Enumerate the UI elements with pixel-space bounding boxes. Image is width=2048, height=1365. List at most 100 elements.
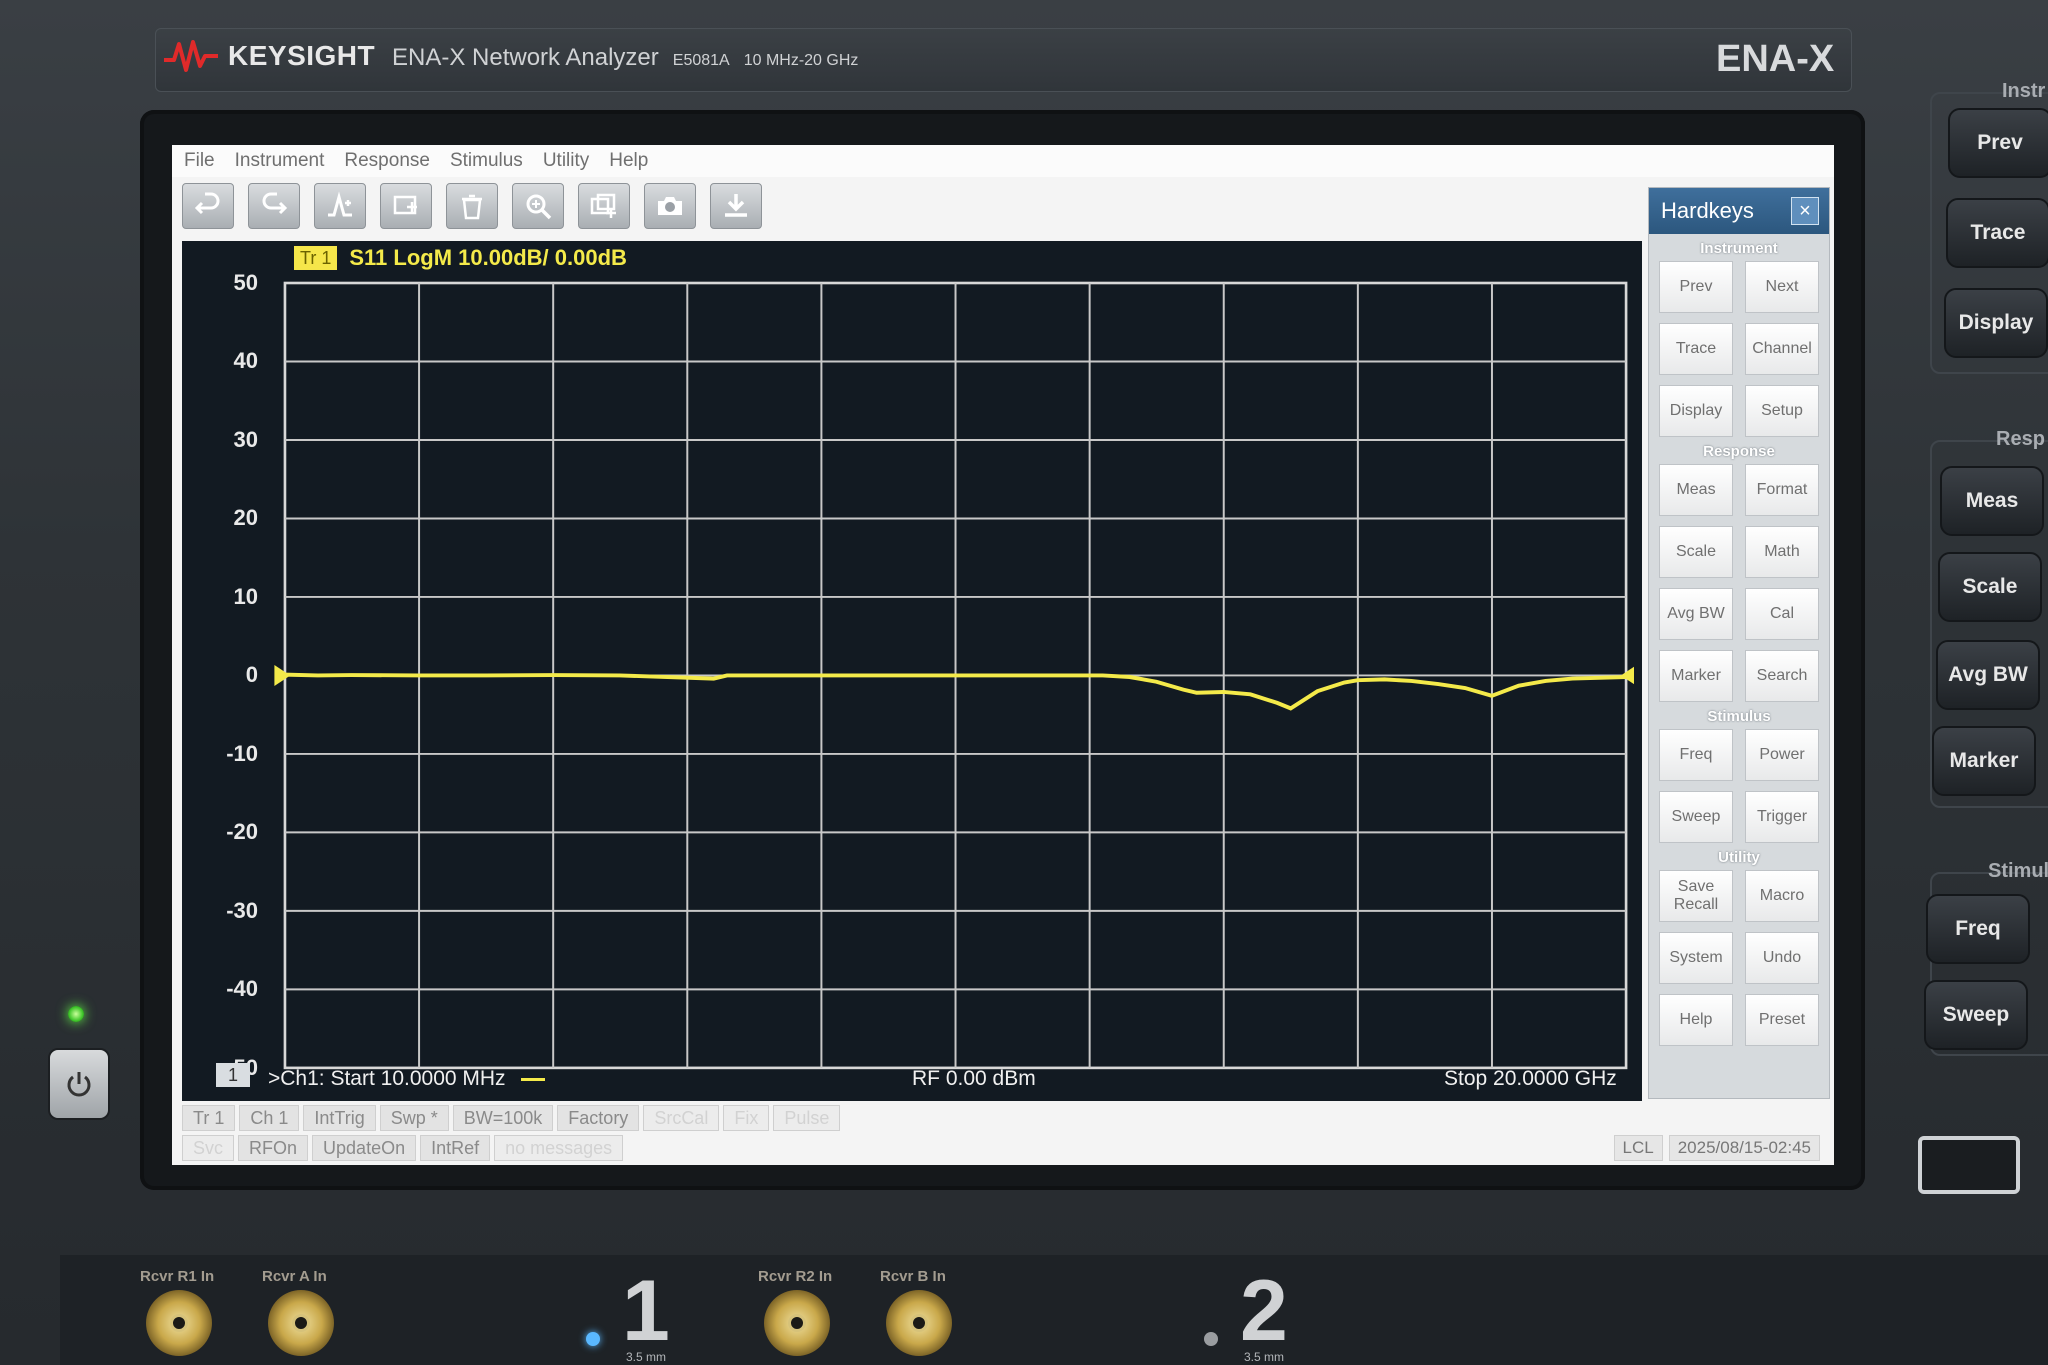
status-no-messages[interactable]: no messages (494, 1135, 624, 1161)
status-tr-1[interactable]: Tr 1 (182, 1105, 236, 1131)
keysight-logo-icon (164, 40, 218, 72)
front-key-prev[interactable]: Prev (1948, 108, 2048, 178)
status-rfon[interactable]: RFOn (238, 1135, 309, 1161)
download-button[interactable] (710, 183, 762, 229)
hardkeys-section-utility: Utility (1718, 849, 1760, 866)
hardkey-power-button[interactable]: Power (1745, 729, 1819, 781)
hardkey-trace-button[interactable]: Trace (1659, 323, 1733, 375)
status-updateon[interactable]: UpdateOn (312, 1135, 417, 1161)
front-key-meas[interactable]: Meas (1940, 466, 2044, 536)
front-key-freq[interactable]: Freq (1926, 894, 2030, 964)
menu-instrument[interactable]: Instrument (235, 150, 325, 172)
hardkey-avg-bw-button[interactable]: Avg BW (1659, 588, 1733, 640)
rf-power[interactable]: RF 0.00 dBm (912, 1067, 1036, 1091)
receiver-connector[interactable] (146, 1290, 212, 1356)
front-key-sweep[interactable]: Sweep (1924, 980, 2028, 1050)
zoom-icon (526, 194, 552, 220)
hardkey-meas-button[interactable]: Meas (1659, 464, 1733, 516)
status-inttrig[interactable]: IntTrig (303, 1105, 376, 1131)
hardkey-search-button[interactable]: Search (1745, 650, 1819, 702)
receiver-label: Rcvr R2 In (758, 1268, 833, 1285)
receiver-connector[interactable] (886, 1290, 952, 1356)
hardkey-scale-button[interactable]: Scale (1659, 526, 1733, 578)
start-frequency[interactable]: >Ch1: Start 10.0000 MHz (268, 1067, 546, 1091)
hardkey-trigger-button[interactable]: Trigger (1745, 791, 1819, 843)
status-right: LCL 2025/08/15-02:45 (1613, 1135, 1820, 1161)
reference-marker-left (274, 664, 291, 686)
status-pulse[interactable]: Pulse (773, 1105, 841, 1131)
zoom-button[interactable] (512, 183, 564, 229)
hardkey-sweep-button[interactable]: Sweep (1659, 791, 1733, 843)
hardkey-format-button[interactable]: Format (1745, 464, 1819, 516)
trace-plot[interactable]: Tr 1 S11 LogM 10.00dB/ 0.00dB 50 40 30 20 10… (182, 241, 1642, 1101)
hardkey-setup-button[interactable]: Setup (1745, 385, 1819, 437)
redo-button[interactable] (248, 183, 300, 229)
camera-icon (658, 197, 682, 215)
close-icon[interactable]: × (1791, 197, 1819, 225)
front-key-avg-bw[interactable]: Avg BW (1936, 640, 2040, 710)
hardkey-marker-button[interactable]: Marker (1659, 650, 1733, 702)
status-swp-[interactable]: Swp * (379, 1105, 449, 1131)
power-icon (67, 1072, 91, 1097)
hardkey-next-button[interactable]: Next (1745, 261, 1819, 313)
status-svc[interactable]: Svc (182, 1135, 235, 1161)
hardkey-display-button[interactable]: Display (1659, 385, 1733, 437)
product-name: ENA-X Network Analyzer E5081A 10 MHz-20 GH… (392, 44, 859, 71)
port-panel (60, 1255, 2048, 1365)
test-port-number: 2 (1240, 1263, 1288, 1359)
power-button[interactable] (48, 1048, 110, 1120)
marker-button[interactable] (314, 183, 366, 229)
channel-badge[interactable]: 1 (216, 1063, 250, 1087)
hardkeys-grid: Prev Next Trace Channel Display Setup (1649, 261, 1829, 437)
receiver-label: Rcvr A In (262, 1268, 327, 1285)
menu-file[interactable]: File (184, 150, 215, 172)
hardkey-channel-button[interactable]: Channel (1745, 323, 1819, 375)
copy-channel-icon (590, 193, 616, 218)
menu-response[interactable]: Response (344, 150, 430, 172)
receiver-label: Rcvr R1 In (140, 1268, 215, 1285)
status-srccal[interactable]: SrcCal (643, 1105, 720, 1131)
hardkey-undo-button[interactable]: Undo (1745, 932, 1819, 984)
status-bw-100k[interactable]: BW=100k (452, 1105, 554, 1131)
hardkeys-section-instrument: Instrument (1700, 240, 1778, 257)
trash-button[interactable] (446, 183, 498, 229)
hardkey-prev-button[interactable]: Prev (1659, 261, 1733, 313)
port-1-led (586, 1332, 600, 1346)
status-ch-1[interactable]: Ch 1 (239, 1105, 300, 1131)
side-group-label: Resp (1996, 428, 2045, 450)
menu-utility[interactable]: Utility (543, 150, 589, 172)
marker-icon (328, 191, 352, 217)
hardkey-help-button[interactable]: Help (1659, 994, 1733, 1046)
download-icon (725, 194, 747, 217)
receiver-connector[interactable] (764, 1290, 830, 1356)
channel-button[interactable] (380, 183, 432, 229)
receiver-connector[interactable] (268, 1290, 334, 1356)
undo-button[interactable] (182, 183, 234, 229)
status-factory[interactable]: Factory (557, 1105, 640, 1131)
hardkey-save-recall-button[interactable]: Save Recall (1659, 870, 1733, 922)
hardkey-cal-button[interactable]: Cal (1745, 588, 1819, 640)
front-key-display[interactable]: Display (1944, 288, 2048, 358)
menu-help[interactable]: Help (609, 150, 648, 172)
test-port-connector-type: 3.5 mm (1244, 1350, 1285, 1364)
toolbar (182, 183, 762, 233)
status-fix[interactable]: Fix (723, 1105, 770, 1131)
copy-channel-button[interactable] (578, 183, 630, 229)
front-key-scale[interactable]: Scale (1938, 552, 2042, 622)
series-name: ENA-X (1716, 38, 1835, 80)
front-key-marker[interactable]: Marker (1932, 726, 2036, 796)
front-key-trace[interactable]: Trace (1946, 198, 2048, 268)
status-intref[interactable]: IntRef (420, 1135, 491, 1161)
hardkey-system-button[interactable]: System (1659, 932, 1733, 984)
hardkey-freq-button[interactable]: Freq (1659, 729, 1733, 781)
hardkeys-header: Hardkeys × (1649, 188, 1829, 234)
hardkey-preset-button[interactable]: Preset (1745, 994, 1819, 1046)
status-bar-bottom: Svc RFOn UpdateOn IntRef no messages (182, 1135, 624, 1161)
hardkey-macro-button[interactable]: Macro (1745, 870, 1819, 922)
stop-frequency[interactable]: Stop 20.0000 GHz (1444, 1067, 1617, 1091)
hardkey-math-button[interactable]: Math (1745, 526, 1819, 578)
camera-button[interactable] (644, 183, 696, 229)
usb-port[interactable] (1918, 1136, 2020, 1194)
trace-swatch (521, 1077, 546, 1081)
menu-stimulus[interactable]: Stimulus (450, 150, 523, 172)
